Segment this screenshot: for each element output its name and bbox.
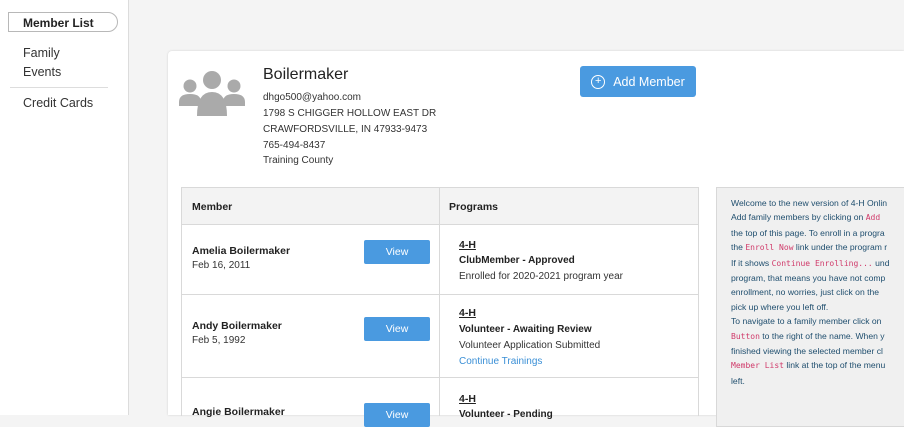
welcome-panel: Welcome to the new version of 4-H Onlin … — [716, 187, 904, 427]
table-header: Member Programs — [182, 188, 698, 225]
member-name: Angie Boilermaker — [192, 406, 285, 418]
add-member-button[interactable]: + Add Member — [580, 66, 696, 97]
profile-address-line2: CRAWFORDSVILLE, IN 47933-9473 — [263, 124, 428, 135]
table-row: Angie Boilermaker View 4-H Volunteer - P… — [182, 378, 698, 427]
add-code: Add — [865, 213, 881, 223]
program-link[interactable]: 4-H — [459, 393, 476, 405]
family-avatar-icon — [179, 71, 245, 116]
welcome-line: If it shows Continue Enrolling... und — [731, 257, 890, 268]
sidebar: Member List Family Events Credit Cards — [0, 0, 129, 415]
profile-email: dhgo500@yahoo.com — [263, 92, 361, 103]
program-link[interactable]: 4-H — [459, 307, 476, 319]
table-row: Amelia Boilermaker Feb 16, 2011 View 4-H… — [182, 225, 698, 295]
member-list-code: Member List — [731, 361, 784, 371]
welcome-line: Member List link at the top of the menu — [731, 360, 886, 371]
view-member-button[interactable]: View — [364, 403, 430, 427]
programs-column-header: Programs — [449, 201, 499, 213]
table-row: Andy Boilermaker Feb 5, 1992 View 4-H Vo… — [182, 295, 698, 378]
view-member-button[interactable]: View — [364, 317, 430, 341]
continue-enrolling-code: Continue Enrolling... — [771, 258, 873, 268]
welcome-line: Add family members by clicking on Add — [731, 212, 881, 223]
welcome-line: Button to the right of the name. When y — [731, 330, 885, 341]
sidebar-item-events[interactable]: Events — [23, 65, 61, 79]
welcome-line: program, that means you have not comp — [731, 273, 886, 284]
welcome-line: the top of this page. To enroll in a pro… — [731, 227, 885, 238]
member-dob: Feb 5, 1992 — [192, 335, 246, 346]
welcome-line: Welcome to the new version of 4-H Onlin — [731, 198, 888, 208]
button-code: Button — [731, 331, 760, 341]
enroll-now-code: Enroll Now — [745, 243, 794, 253]
welcome-line: finished viewing the selected member cl — [731, 346, 883, 357]
sidebar-item-credit-cards[interactable]: Credit Cards — [23, 96, 93, 110]
member-column-header: Member — [192, 201, 233, 213]
sidebar-item-member-list[interactable]: Member List — [8, 12, 118, 32]
profile-address-line1: 1798 S CHIGGER HOLLOW EAST DR — [263, 108, 437, 119]
member-name: Andy Boilermaker — [192, 320, 282, 332]
add-member-label: Add Member — [613, 74, 685, 89]
program-status: ClubMember - Approved — [459, 255, 575, 266]
welcome-line: the Enroll Now link under the program r — [731, 242, 888, 253]
member-dob: Feb 16, 2011 — [192, 260, 251, 271]
program-link[interactable]: 4-H — [459, 239, 476, 251]
family-name: Boilermaker — [263, 66, 349, 83]
program-detail: Enrolled for 2020-2021 program year — [459, 271, 623, 282]
sidebar-divider — [10, 87, 108, 88]
welcome-line: To navigate to a family member click on — [731, 316, 882, 327]
program-status: Volunteer - Awaiting Review — [459, 324, 592, 335]
members-table: Member Programs Amelia Boilermaker Feb 1… — [181, 187, 699, 427]
program-detail: Volunteer Application Submitted — [459, 340, 601, 351]
view-member-button[interactable]: View — [364, 240, 430, 264]
welcome-line: enrollment, no worries, just click on th… — [731, 287, 880, 298]
profile-phone: 765-494-8437 — [263, 140, 326, 151]
welcome-line: pick up where you left off. — [731, 301, 829, 312]
profile-county: Training County — [263, 155, 334, 166]
continue-trainings-link[interactable]: Continue Trainings — [459, 356, 542, 367]
sidebar-item-family[interactable]: Family — [23, 46, 60, 60]
member-name: Amelia Boilermaker — [192, 245, 291, 257]
welcome-line: left. — [731, 375, 745, 386]
plus-circle-icon: + — [591, 74, 606, 89]
